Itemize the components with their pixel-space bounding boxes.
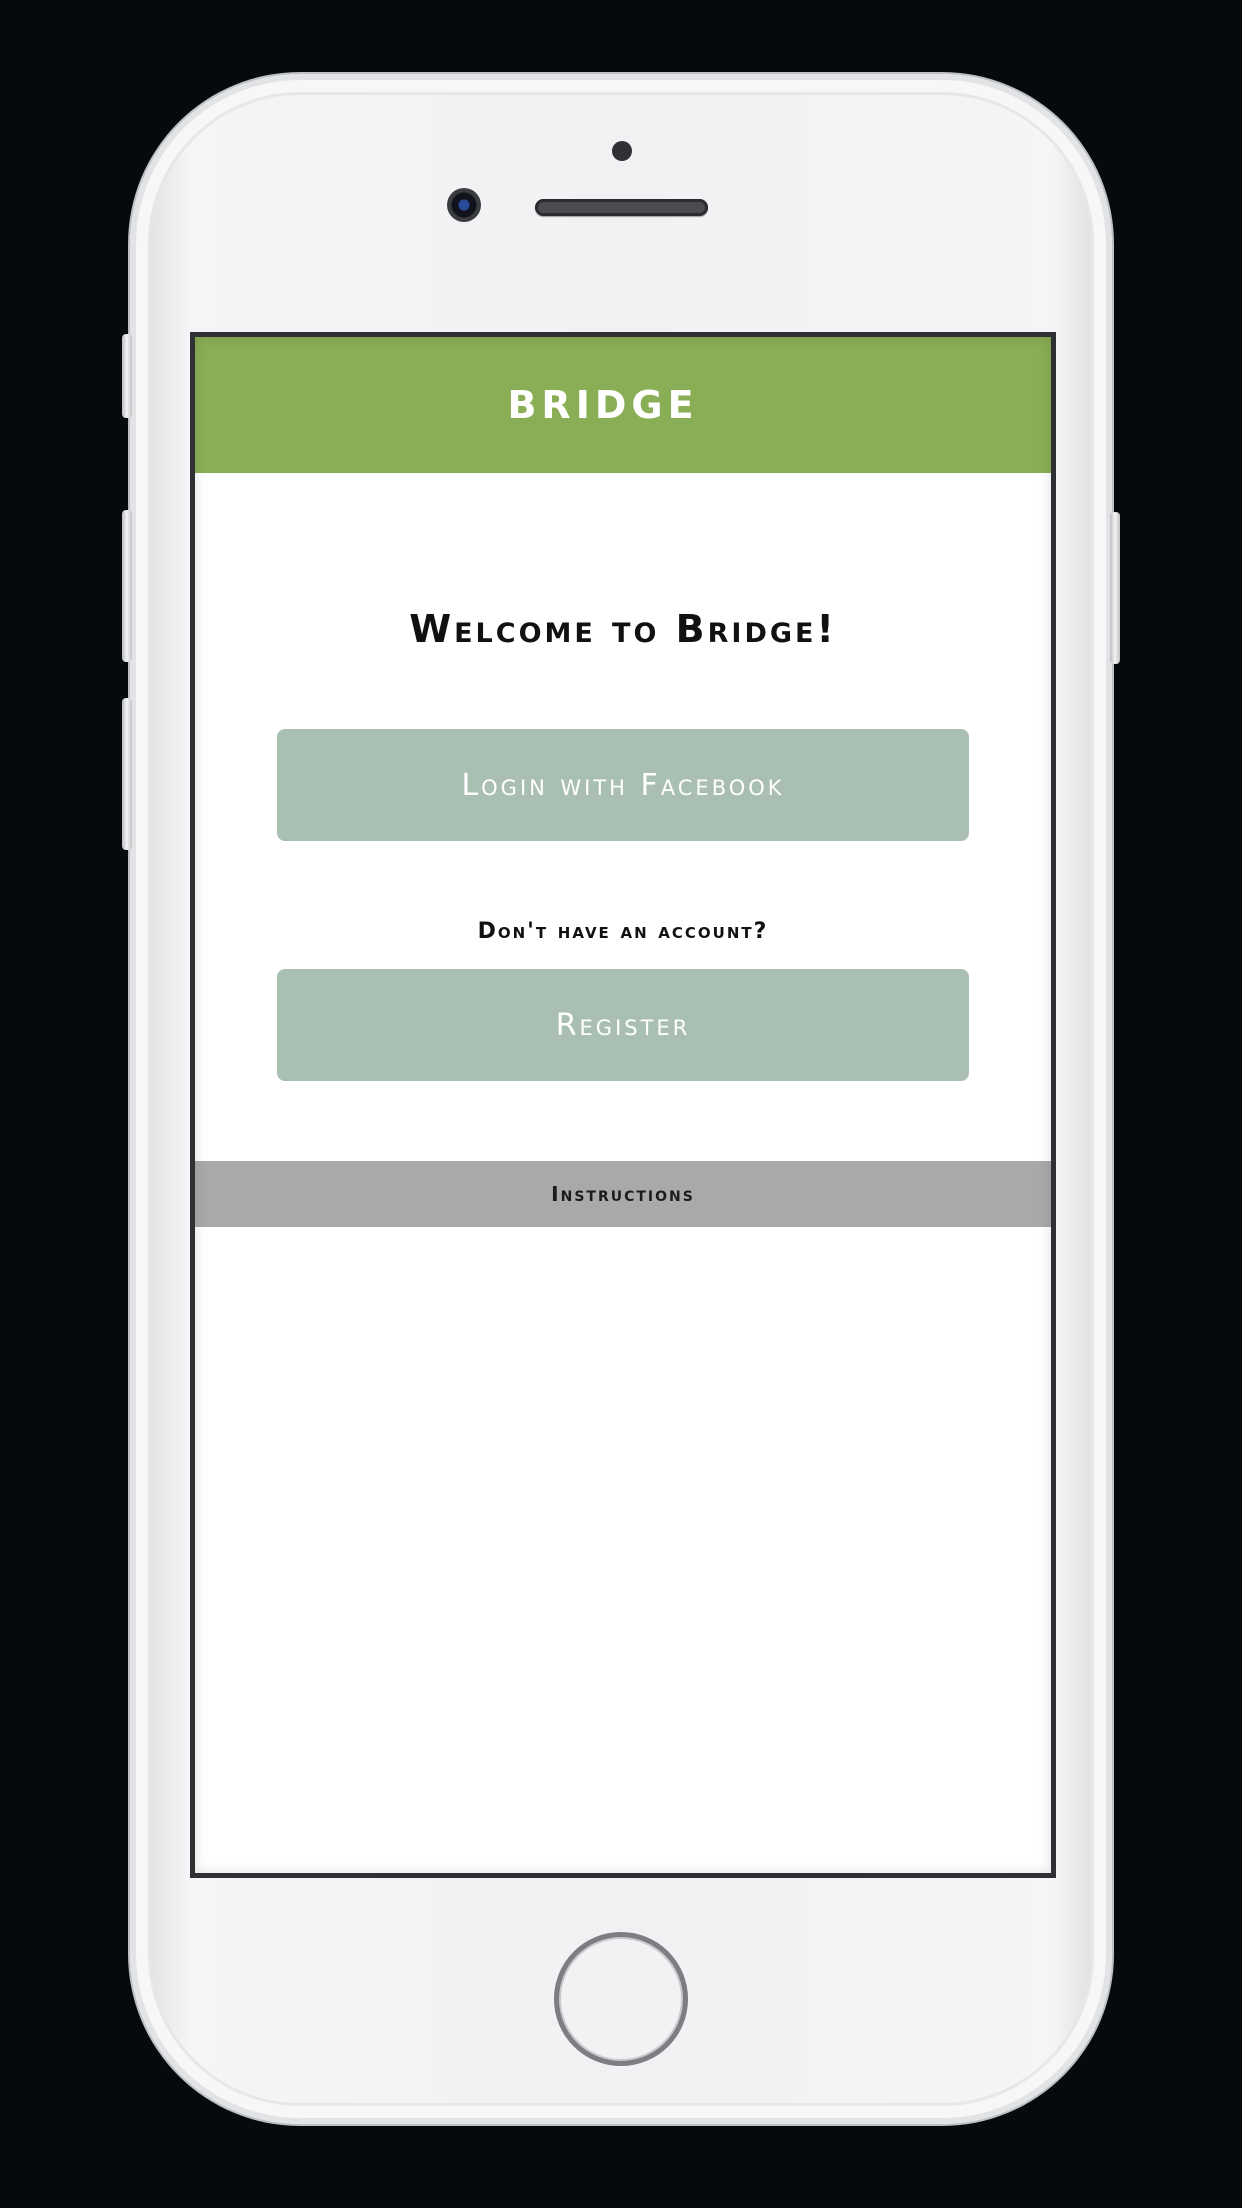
login-with-facebook-label: Login with Facebook bbox=[461, 767, 785, 803]
volume-down-button bbox=[122, 698, 132, 850]
app-title: BRIDGE bbox=[507, 383, 699, 427]
register-button[interactable]: Register bbox=[277, 969, 969, 1081]
instructions-button[interactable]: Instructions bbox=[195, 1161, 1051, 1227]
power-button bbox=[1110, 512, 1120, 664]
device-mockup-stage: BRIDGE Welcome to Bridge! Login with Fac… bbox=[0, 0, 1242, 2208]
register-label: Register bbox=[555, 1007, 691, 1043]
home-button-icon[interactable] bbox=[554, 1932, 688, 2066]
no-account-prompt: Don't have an account? bbox=[477, 919, 769, 944]
login-with-facebook-button[interactable]: Login with Facebook bbox=[277, 729, 969, 841]
navigation-bar: BRIDGE bbox=[195, 337, 1051, 473]
instructions-label: Instructions bbox=[551, 1182, 695, 1206]
volume-up-button bbox=[122, 510, 132, 662]
screen-shadow bbox=[195, 337, 1051, 1873]
welcome-heading: Welcome to Bridge! bbox=[409, 607, 837, 651]
mute-switch bbox=[122, 334, 132, 418]
proximity-sensor-icon bbox=[612, 141, 632, 161]
app-screen: BRIDGE Welcome to Bridge! Login with Fac… bbox=[190, 332, 1056, 1878]
earpiece-speaker-icon bbox=[535, 199, 708, 216]
front-camera-icon bbox=[447, 188, 481, 222]
